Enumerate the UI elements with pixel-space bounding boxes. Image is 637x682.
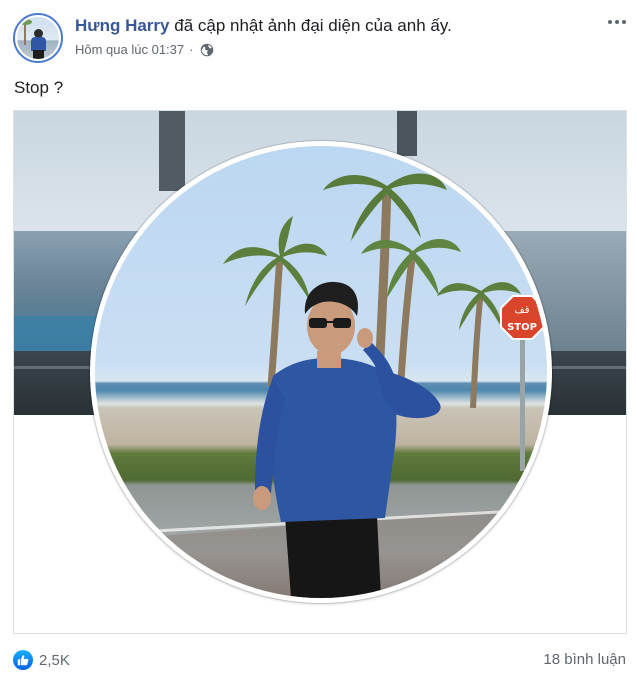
- author-name-link[interactable]: Hưng Harry: [75, 16, 170, 35]
- post-timestamp[interactable]: Hôm qua lúc 01:37: [75, 41, 184, 59]
- globe-icon[interactable]: [200, 43, 214, 57]
- author-avatar[interactable]: [13, 13, 63, 63]
- profile-picture: قف STOP: [95, 146, 547, 598]
- profile-picture-frame: قف STOP: [90, 141, 552, 603]
- meta-separator: ·: [189, 42, 194, 57]
- post-photo[interactable]: قف STOP: [13, 110, 627, 634]
- like-icon: [13, 650, 33, 670]
- stop-sign-text: STOP: [507, 322, 537, 333]
- avatar-person-body: [31, 37, 46, 51]
- thumbs-up-glyph: [17, 655, 29, 666]
- post-action-text: đã cập nhật ảnh đại diện của anh ấy.: [174, 16, 452, 35]
- more-options-icon[interactable]: [605, 12, 629, 32]
- more-dot: [608, 20, 612, 24]
- post-caption: Stop ?: [14, 78, 64, 97]
- feed-post: Hưng Harry đã cập nhật ảnh đại diện của …: [0, 0, 637, 682]
- profile-picture-scene: قف STOP: [95, 173, 547, 598]
- more-dot: [622, 20, 626, 24]
- avatar-person-legs: [33, 50, 44, 59]
- post-header-line: Hưng Harry đã cập nhật ảnh đại diện của …: [75, 15, 452, 37]
- post-meta: Hôm qua lúc 01:37 ·: [75, 41, 214, 59]
- reaction-summary[interactable]: 2,5K: [13, 650, 70, 670]
- avatar-image: [17, 17, 59, 59]
- reaction-count: 2,5K: [39, 651, 70, 669]
- comments-count-link[interactable]: 18 bình luận: [543, 650, 626, 670]
- avatar-palm-tree: [18, 19, 32, 45]
- more-dot: [615, 20, 619, 24]
- stop-sign-arabic: قف: [514, 305, 529, 316]
- stop-sign: قف STOP: [500, 295, 545, 471]
